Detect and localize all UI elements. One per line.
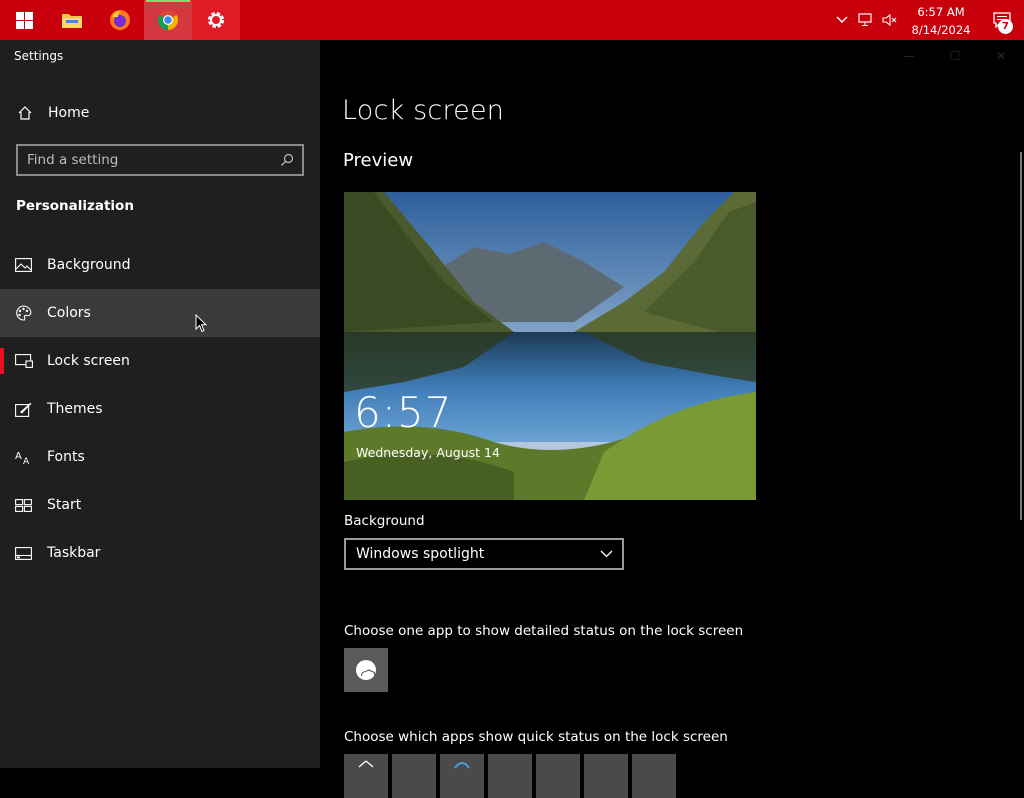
nav-list: Background Colors Lock screen Themes A A… bbox=[0, 241, 320, 577]
home-icon bbox=[0, 105, 48, 121]
window-controls: — ☐ ✕ bbox=[886, 40, 1024, 72]
maximize-icon: ☐ bbox=[949, 49, 961, 63]
clock-date: 8/14/2024 bbox=[911, 22, 971, 37]
gear-icon bbox=[207, 11, 225, 29]
background-dropdown[interactable]: Windows spotlight bbox=[344, 538, 624, 570]
firefox-button[interactable] bbox=[96, 0, 144, 40]
picture-icon bbox=[0, 258, 47, 272]
close-icon: ✕ bbox=[995, 49, 1007, 63]
windows-logo-icon bbox=[15, 11, 33, 29]
quick-status-apps bbox=[344, 754, 676, 798]
quick-status-app-button[interactable] bbox=[632, 754, 676, 798]
preview-heading: Preview bbox=[343, 150, 414, 171]
background-dropdown-value: Windows spotlight bbox=[356, 546, 485, 562]
main-content: — ☐ ✕ Lock screen Preview 6:57 Wednesday… bbox=[320, 40, 1024, 798]
folder-icon bbox=[62, 14, 82, 28]
quick-status-app-button[interactable] bbox=[440, 754, 484, 798]
taskbar: 6:57 AM 8/14/2024 7 bbox=[0, 0, 1024, 40]
sidebar-item-label: Taskbar bbox=[47, 545, 101, 561]
sidebar-item-label: Fonts bbox=[47, 449, 85, 465]
start-button[interactable] bbox=[0, 0, 48, 40]
svg-text:A: A bbox=[15, 451, 22, 462]
quick-status-app-button[interactable] bbox=[584, 754, 628, 798]
quick-status-app-button[interactable] bbox=[392, 754, 436, 798]
sidebar: Settings Home Personalization Background bbox=[0, 40, 320, 768]
minimize-icon: — bbox=[903, 49, 915, 63]
chrome-button[interactable] bbox=[144, 0, 192, 40]
preview-time: 6:57 bbox=[354, 388, 453, 437]
sidebar-item-label: Themes bbox=[47, 401, 103, 417]
network-button[interactable] bbox=[854, 0, 878, 40]
lock-screen-icon bbox=[0, 354, 47, 368]
search-input[interactable] bbox=[18, 152, 272, 168]
quick-status-app-button[interactable] bbox=[536, 754, 580, 798]
search-icon[interactable] bbox=[272, 153, 302, 167]
sidebar-item-label: Colors bbox=[47, 305, 91, 321]
taskbar-icon bbox=[0, 546, 47, 560]
show-hidden-icons-button[interactable] bbox=[830, 0, 854, 40]
search-box[interactable] bbox=[16, 144, 304, 176]
background-label: Background bbox=[344, 513, 425, 529]
start-icon bbox=[0, 498, 47, 512]
quick-status-app-button[interactable] bbox=[344, 754, 388, 798]
network-icon bbox=[858, 13, 872, 26]
sidebar-item-label: Start bbox=[47, 497, 82, 513]
app-icon bbox=[358, 760, 374, 768]
chrome-icon bbox=[157, 10, 179, 31]
system-tray: 6:57 AM 8/14/2024 7 bbox=[830, 0, 1024, 40]
clock-time: 6:57 AM bbox=[917, 4, 965, 19]
volume-muted-icon bbox=[882, 13, 897, 27]
chevron-down-icon bbox=[600, 550, 613, 558]
sidebar-item-background[interactable]: Background bbox=[0, 241, 320, 289]
sidebar-item-fonts[interactable]: AA Fonts bbox=[0, 433, 320, 481]
sidebar-item-themes[interactable]: Themes bbox=[0, 385, 320, 433]
sidebar-item-start[interactable]: Start bbox=[0, 481, 320, 529]
themes-icon bbox=[0, 402, 47, 417]
detailed-status-label: Choose one app to show detailed status o… bbox=[344, 623, 744, 639]
svg-text:A: A bbox=[23, 457, 30, 465]
volume-button[interactable] bbox=[878, 0, 902, 40]
quick-status-app-button[interactable] bbox=[488, 754, 532, 798]
section-title: Personalization bbox=[16, 198, 134, 214]
preview-date: Wednesday, August 14 bbox=[356, 445, 500, 460]
app-icon bbox=[454, 762, 470, 769]
weather-app-icon bbox=[356, 660, 376, 680]
close-button[interactable]: ✕ bbox=[978, 40, 1024, 72]
quick-status-label: Choose which apps show quick status on t… bbox=[344, 729, 728, 745]
page-title: Lock screen bbox=[342, 95, 505, 126]
settings-taskbar-button[interactable] bbox=[192, 0, 240, 40]
file-explorer-button[interactable] bbox=[48, 0, 96, 40]
app-title: Settings bbox=[14, 49, 64, 63]
sidebar-item-label: Background bbox=[47, 257, 131, 273]
sidebar-item-label: Lock screen bbox=[47, 353, 130, 369]
sidebar-item-taskbar[interactable]: Taskbar bbox=[0, 529, 320, 577]
lock-screen-preview: 6:57 Wednesday, August 14 bbox=[344, 192, 756, 500]
settings-window: Settings Home Personalization Background bbox=[0, 40, 1024, 798]
detailed-status-app-button[interactable] bbox=[344, 648, 388, 692]
firefox-icon bbox=[110, 10, 130, 30]
palette-icon bbox=[0, 305, 47, 321]
minimize-button[interactable]: — bbox=[886, 40, 932, 72]
clock[interactable]: 6:57 AM 8/14/2024 bbox=[902, 2, 980, 39]
sidebar-item-colors[interactable]: Colors bbox=[0, 289, 320, 337]
maximize-button[interactable]: ☐ bbox=[932, 40, 978, 72]
action-center-button[interactable]: 7 bbox=[980, 0, 1024, 40]
fonts-icon: AA bbox=[0, 450, 47, 465]
sidebar-item-lock-screen[interactable]: Lock screen bbox=[0, 337, 320, 385]
scrollbar[interactable] bbox=[1020, 152, 1022, 520]
mouse-cursor-icon bbox=[195, 314, 207, 333]
home-label: Home bbox=[48, 105, 90, 121]
home-link[interactable]: Home bbox=[0, 96, 320, 130]
notification-count-badge: 7 bbox=[998, 19, 1013, 34]
chevron-up-icon bbox=[836, 16, 848, 23]
